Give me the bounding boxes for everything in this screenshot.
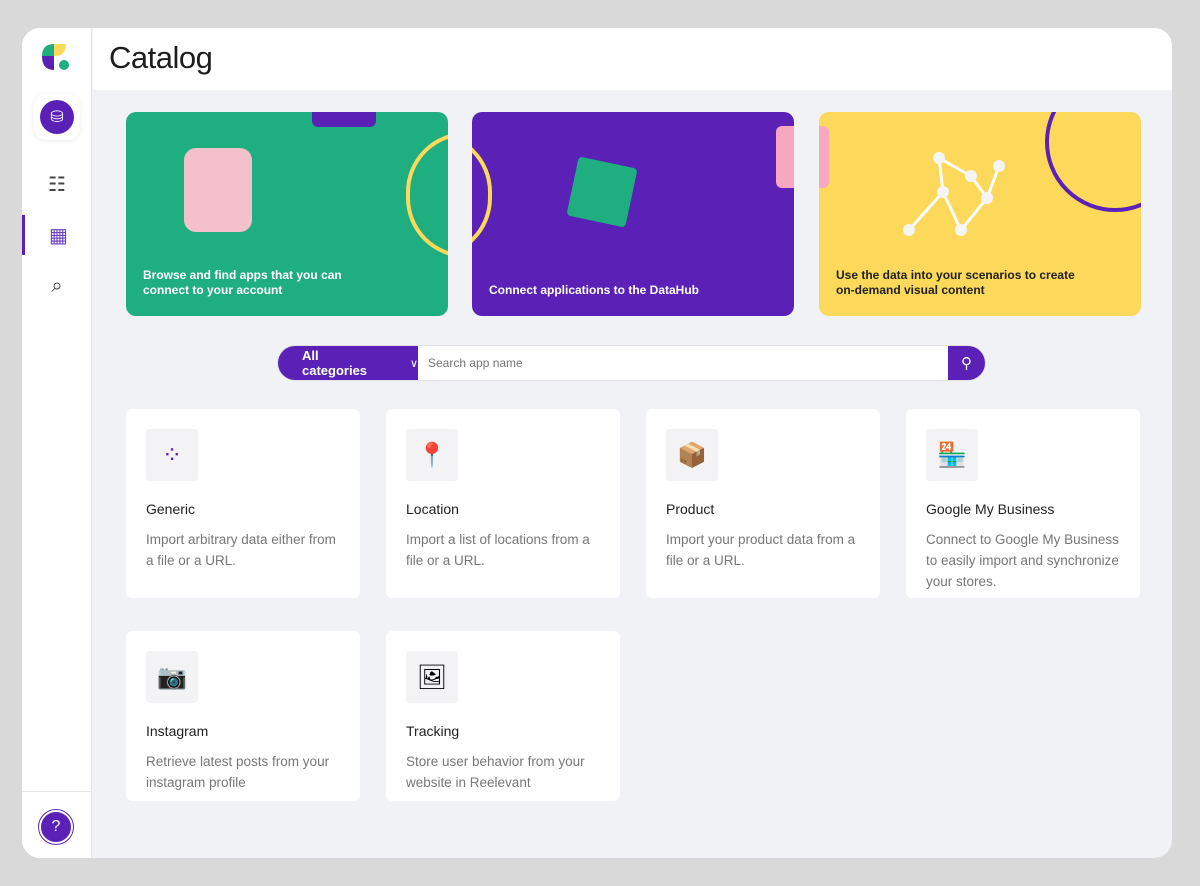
header: Catalog xyxy=(93,28,1172,90)
app-desc: Import your product data from a file or … xyxy=(666,532,856,568)
image-illustration xyxy=(184,148,252,232)
app-card-location[interactable]: 📍 Location Import a list of locations from… xyxy=(386,409,620,598)
app-card-instagram[interactable]: 📷 Instagram Retrieve latest posts from you… xyxy=(126,631,360,801)
search-input[interactable] xyxy=(418,346,948,380)
banner-text: Connect applications to the DataHub xyxy=(489,283,700,297)
network-illustration xyxy=(903,152,1005,236)
product-box-icon: 📦 xyxy=(666,429,718,481)
category-label: All categories xyxy=(302,348,368,378)
google-my-business-icon: 🏪 xyxy=(926,429,978,481)
app-desc: Connect to Google My Business to easily … xyxy=(926,532,1119,589)
app-card-product[interactable]: 📦 Product Import your product data from a … xyxy=(646,409,880,598)
logo-icon xyxy=(42,44,69,70)
app-name: Location xyxy=(406,501,459,517)
tracking-image-icon: 🖼 xyxy=(406,651,458,703)
search-data-icon[interactable]: ⌕ xyxy=(22,266,92,306)
datahub-button[interactable]: ⛁ xyxy=(34,94,80,140)
app-desc: Store user behavior from your website in… xyxy=(406,754,585,790)
app-desc: Retrieve latest posts from your instagra… xyxy=(146,754,330,790)
app-desc: Import arbitrary data either from a file… xyxy=(146,532,336,568)
list-icon[interactable]: ☷ xyxy=(22,164,92,204)
help-button[interactable]: ? xyxy=(39,810,73,844)
page-title: Catalog xyxy=(109,40,213,75)
app-name: Instagram xyxy=(146,723,209,739)
app-name: Product xyxy=(666,501,715,517)
app-name: Generic xyxy=(146,501,196,517)
box-illustration xyxy=(566,156,638,228)
search-bar: All categories ∨ ⚲ xyxy=(278,346,985,380)
location-pin-icon: 📍 xyxy=(406,429,458,481)
banner-connect[interactable]: Connect applications to the DataHub xyxy=(472,112,794,316)
database-icon: ⛁ xyxy=(40,100,74,134)
search-button[interactable]: ⚲ xyxy=(948,346,985,380)
app-desc: Import a list of locations from a file o… xyxy=(406,532,590,568)
banner-browse[interactable]: Browse and find apps that you can connec… xyxy=(126,112,448,316)
app-window: ⛁ ☷ ▦ ⌕ ? Catalog Browse and find apps t… xyxy=(22,28,1172,858)
app-card-google-my-business[interactable]: 🏪 Google My Business Connect to Google My … xyxy=(906,409,1140,598)
app-name: Google My Business xyxy=(926,501,1055,517)
search-icon: ⚲ xyxy=(961,355,972,372)
catalog-grid-icon[interactable]: ▦ xyxy=(22,215,92,255)
generic-icon: ⁘ xyxy=(146,429,198,481)
app-card-tracking[interactable]: 🖼 Tracking Store user behavior from your w… xyxy=(386,631,620,801)
banner-text: Browse and find apps that you can connec… xyxy=(143,268,342,297)
divider xyxy=(22,791,92,792)
category-dropdown[interactable]: All categories ∨ xyxy=(278,346,418,380)
app-card-generic[interactable]: ⁘ Generic Import arbitrary data either fro… xyxy=(126,409,360,598)
app-name: Tracking xyxy=(406,723,460,739)
banner-scenarios[interactable]: Use the data into your scenarios to crea… xyxy=(819,112,1141,316)
instagram-icon: 📷 xyxy=(146,651,198,703)
chevron-down-icon: ∨ xyxy=(409,357,418,370)
banner-text: Use the data into your scenarios to crea… xyxy=(836,268,1075,297)
sidebar: ⛁ ☷ ▦ ⌕ ? xyxy=(22,28,92,858)
